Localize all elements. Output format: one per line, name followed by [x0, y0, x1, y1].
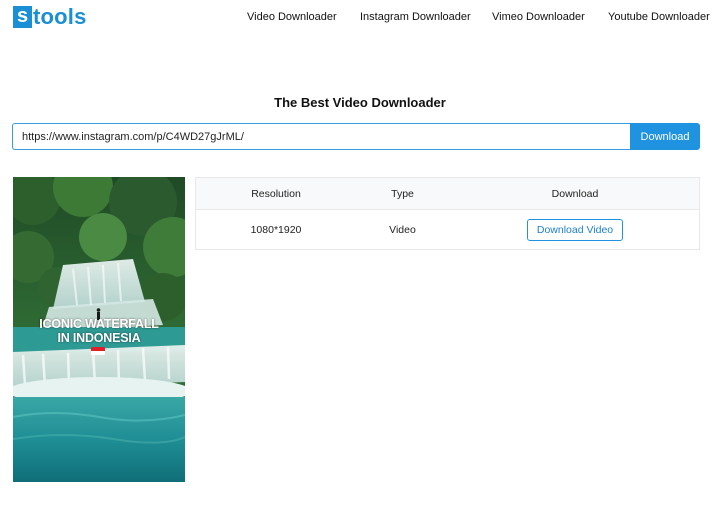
nav-instagram-downloader[interactable]: Instagram Downloader [360, 11, 471, 23]
page-title: The Best Video Downloader [274, 95, 446, 110]
logo-mark: s [13, 6, 32, 28]
video-thumbnail: ICONIC WATERFALL IN INDONESIA [13, 177, 185, 482]
table-header: Resolution Type Download [196, 178, 699, 210]
download-button[interactable]: Download [630, 123, 700, 150]
download-video-button[interactable]: Download Video [526, 218, 624, 241]
table-row: 1080*1920 Video Download Video [196, 210, 699, 249]
header: s tools Video Downloader Instagram Downl… [0, 0, 720, 36]
nav-video-downloader[interactable]: Video Downloader [247, 11, 337, 23]
results-table: Resolution Type Download 1080*1920 Video… [195, 177, 700, 250]
column-header-resolution: Resolution [251, 187, 301, 200]
column-header-type: Type [391, 187, 414, 200]
logo[interactable]: s tools [13, 6, 87, 28]
url-input[interactable] [12, 123, 631, 150]
thumbnail-caption-line2: IN INDONESIA [57, 331, 141, 345]
type-cell: Video [389, 223, 416, 236]
nav-vimeo-downloader[interactable]: Vimeo Downloader [492, 11, 585, 23]
indonesia-flag-icon [91, 347, 105, 355]
column-header-download: Download [551, 187, 599, 200]
logo-text: tools [33, 4, 87, 29]
nav-youtube-downloader[interactable]: Youtube Downloader [608, 11, 710, 23]
download-cell: Download Video [449, 210, 701, 249]
thumbnail-caption: ICONIC WATERFALL IN INDONESIA [13, 317, 185, 345]
thumbnail-caption-line1: ICONIC WATERFALL [39, 317, 159, 331]
resolution-cell: 1080*1920 [250, 223, 302, 236]
